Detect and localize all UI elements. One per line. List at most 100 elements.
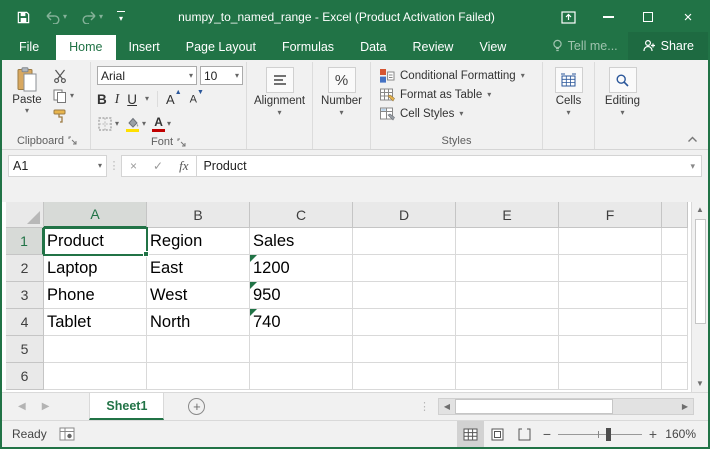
- share-button[interactable]: Share: [628, 32, 708, 60]
- cell-C1[interactable]: Sales: [250, 228, 353, 255]
- close-button[interactable]: ×: [668, 2, 708, 32]
- previous-sheet-icon[interactable]: ◀: [18, 401, 26, 412]
- redo-icon[interactable]: ▾: [81, 10, 103, 24]
- customize-quick-access-icon[interactable]: ▾: [117, 11, 125, 24]
- row-header-6[interactable]: 6: [6, 363, 44, 390]
- column-header-partial[interactable]: [662, 202, 688, 228]
- page-break-preview-button[interactable]: [511, 421, 538, 448]
- font-size-combo[interactable]: 10▾: [200, 66, 243, 85]
- cut-button[interactable]: [52, 68, 74, 84]
- cells-button[interactable]: Cells ▾: [548, 64, 590, 117]
- horizontal-scrollbar[interactable]: ◀ ▶: [438, 398, 694, 415]
- next-sheet-icon[interactable]: ▶: [42, 401, 50, 412]
- zoom-in-icon[interactable]: +: [644, 426, 662, 442]
- format-as-table-button[interactable]: Format as Table▾: [379, 87, 525, 103]
- cell-B4[interactable]: North: [147, 309, 250, 336]
- page-layout-view-button[interactable]: [484, 421, 511, 448]
- zoom-out-icon[interactable]: −: [538, 426, 556, 442]
- cell-styles-button[interactable]: Cell Styles▾: [379, 106, 525, 122]
- underline-dropdown[interactable]: ▾: [145, 95, 149, 103]
- row-header-5[interactable]: 5: [6, 336, 44, 363]
- borders-button[interactable]: ▾: [97, 116, 119, 132]
- fill-color-button[interactable]: ▾: [125, 117, 146, 132]
- cell-D4[interactable]: [353, 309, 456, 336]
- cell-C5[interactable]: [250, 336, 353, 363]
- increase-font-size-button[interactable]: A▲: [166, 92, 182, 107]
- dialog-launcher-icon[interactable]: [177, 138, 186, 147]
- cell-A4[interactable]: Tablet: [44, 309, 147, 336]
- cell-E1[interactable]: [456, 228, 559, 255]
- cell-C2[interactable]: 1200: [250, 255, 353, 282]
- cell-A3[interactable]: Phone: [44, 282, 147, 309]
- formula-input[interactable]: Product ▾: [197, 155, 702, 177]
- cell-D3[interactable]: [353, 282, 456, 309]
- cell-partial-5[interactable]: [662, 336, 688, 363]
- cell-E5[interactable]: [456, 336, 559, 363]
- cell-A1[interactable]: Product: [44, 228, 147, 255]
- tab-file[interactable]: File: [2, 35, 56, 61]
- cell-E3[interactable]: [456, 282, 559, 309]
- tab-home[interactable]: Home: [56, 35, 115, 61]
- dialog-launcher-icon[interactable]: [68, 136, 77, 145]
- cell-C4[interactable]: 740: [250, 309, 353, 336]
- new-sheet-icon[interactable]: +: [188, 398, 205, 415]
- zoom-level[interactable]: 160%: [662, 427, 708, 441]
- macro-record-icon[interactable]: [59, 427, 75, 441]
- vertical-scroll-thumb[interactable]: [695, 219, 706, 324]
- format-painter-button[interactable]: [52, 108, 74, 124]
- undo-icon[interactable]: ▾: [45, 10, 67, 24]
- zoom-slider-thumb[interactable]: [606, 428, 611, 441]
- insert-function-icon[interactable]: fx: [179, 158, 188, 174]
- cell-B2[interactable]: East: [147, 255, 250, 282]
- cell-A5[interactable]: [44, 336, 147, 363]
- cell-E4[interactable]: [456, 309, 559, 336]
- paste-button[interactable]: Paste ▾: [6, 64, 48, 115]
- cell-E6[interactable]: [456, 363, 559, 390]
- collapse-ribbon-icon[interactable]: [687, 136, 698, 143]
- column-header-c[interactable]: C: [250, 202, 353, 228]
- row-header-4[interactable]: 4: [6, 309, 44, 336]
- cell-D1[interactable]: [353, 228, 456, 255]
- enter-check-icon[interactable]: ✓: [153, 159, 163, 173]
- scroll-down-icon[interactable]: ▼: [696, 376, 704, 392]
- column-header-d[interactable]: D: [353, 202, 456, 228]
- scroll-right-icon[interactable]: ▶: [677, 402, 693, 411]
- cell-F3[interactable]: [559, 282, 662, 309]
- column-header-b[interactable]: B: [147, 202, 250, 228]
- vertical-scrollbar[interactable]: ▲ ▼: [691, 202, 708, 392]
- tab-review[interactable]: Review: [399, 35, 466, 61]
- row-header-3[interactable]: 3: [6, 282, 44, 309]
- cancel-icon[interactable]: ×: [130, 159, 137, 173]
- maximize-button[interactable]: [628, 2, 668, 32]
- zoom-slider[interactable]: [558, 434, 642, 435]
- cell-A2[interactable]: Laptop: [44, 255, 147, 282]
- scroll-up-icon[interactable]: ▲: [696, 202, 704, 218]
- column-header-f[interactable]: F: [559, 202, 662, 228]
- cell-B3[interactable]: West: [147, 282, 250, 309]
- bold-button[interactable]: B: [97, 92, 107, 107]
- tab-scroll-separator[interactable]: ⋮: [419, 400, 430, 413]
- italic-button[interactable]: I: [115, 91, 120, 107]
- underline-button[interactable]: U: [127, 92, 137, 107]
- cell-F5[interactable]: [559, 336, 662, 363]
- name-box[interactable]: A1▾: [8, 155, 107, 177]
- tab-view[interactable]: View: [466, 35, 519, 61]
- cell-E2[interactable]: [456, 255, 559, 282]
- tab-formulas[interactable]: Formulas: [269, 35, 347, 61]
- cell-F6[interactable]: [559, 363, 662, 390]
- tell-me-box[interactable]: Tell me...: [542, 33, 628, 60]
- cell-partial-3[interactable]: [662, 282, 688, 309]
- cell-D5[interactable]: [353, 336, 456, 363]
- tab-insert[interactable]: Insert: [116, 35, 173, 61]
- cell-F4[interactable]: [559, 309, 662, 336]
- tab-page-layout[interactable]: Page Layout: [173, 35, 269, 61]
- cell-D2[interactable]: [353, 255, 456, 282]
- cell-C6[interactable]: [250, 363, 353, 390]
- fill-handle[interactable]: [143, 251, 149, 257]
- cell-D6[interactable]: [353, 363, 456, 390]
- ribbon-display-options-icon[interactable]: [548, 2, 588, 32]
- cell-partial-1[interactable]: [662, 228, 688, 255]
- normal-view-button[interactable]: [457, 421, 484, 448]
- row-header-2[interactable]: 2: [6, 255, 44, 282]
- cell-partial-2[interactable]: [662, 255, 688, 282]
